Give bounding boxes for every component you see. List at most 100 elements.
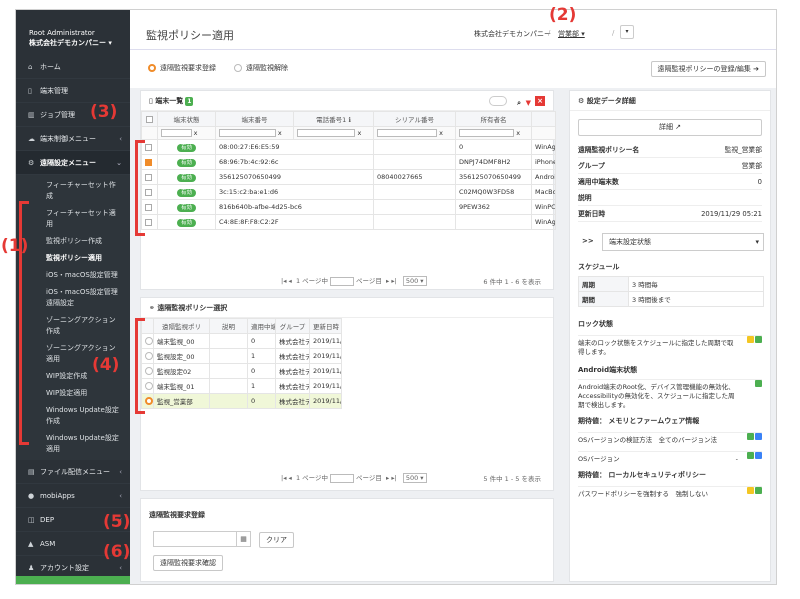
pager-prev[interactable]: |◂ ◂	[281, 277, 292, 285]
clear-filter-icon[interactable]: ×	[535, 96, 545, 106]
submenu-item[interactable]: Windows Update設定作成	[16, 402, 130, 430]
sidebar-item[interactable]: ▤ ファイル配信メニュー ‹	[16, 460, 130, 484]
sidebar-item[interactable]: ● mobiApps ‹	[16, 484, 130, 508]
row-checkbox[interactable]	[145, 143, 152, 151]
gear-icon: ⚙	[578, 97, 587, 105]
chevron-down-icon[interactable]: ▾	[620, 25, 634, 39]
row-radio[interactable]	[145, 352, 153, 360]
annotation-4: (4)	[92, 355, 120, 375]
col-header[interactable]: 説明	[209, 318, 248, 334]
submenu-item[interactable]: フィーチャーセット作成	[16, 177, 130, 205]
sidebar-item-label: 端末管理	[40, 87, 68, 95]
ios-icon	[755, 452, 762, 459]
table-row[interactable]: 有効 68:96:7b:4c:92:6c DNPJ74DMF8H2iPhone_00…	[141, 154, 556, 170]
sidebar-item[interactable]: ▯ 端末管理	[16, 79, 130, 103]
cell-owner: Android_001	[531, 169, 556, 185]
col-header[interactable]: 端末番号	[215, 111, 294, 127]
request-confirm-button[interactable]: 遠隔監視要求確認	[153, 555, 223, 571]
top-header: 監視ポリシー適用 株式会社デモカンパニー / 営業部 ▾ / ▾	[130, 10, 776, 50]
serial-filter[interactable]: x	[373, 126, 456, 140]
calendar-icon[interactable]: ▦	[237, 531, 251, 547]
table-row[interactable]: 有効08:00:27:E6:E5:590WinAgentMicrosoft	[141, 139, 556, 155]
ios-icon	[755, 433, 762, 440]
owner-toggle[interactable]	[489, 96, 507, 106]
table-row[interactable]: 監視設定02 0株式会社デモ2019/11/	[141, 363, 342, 379]
col-header[interactable]: 電話番号1 ℹ	[293, 111, 374, 127]
pager-next[interactable]: ▸ ▸|	[386, 474, 397, 482]
owner-filter[interactable]: x	[455, 126, 532, 140]
select-all-checkbox[interactable]	[146, 115, 153, 123]
col-header[interactable]: 遠隔監視ポリ	[153, 318, 210, 334]
row-radio[interactable]	[145, 337, 153, 345]
table-row[interactable]: 有効 356125070650499 08040027665 356125070650…	[141, 169, 556, 185]
number-filter[interactable]: x	[215, 126, 294, 140]
table-row[interactable]: 監視設定_00 1株式会社デモ2019/11/	[141, 348, 342, 364]
submenu-item[interactable]: WIP設定適用	[16, 385, 130, 402]
arrow-label: >>	[582, 237, 594, 245]
radio-request[interactable]: 遠隔監視要求登録	[148, 63, 216, 73]
cell-count: 0	[247, 393, 276, 409]
row-checkbox[interactable]	[145, 218, 152, 226]
col-header[interactable]: 適用中端	[247, 318, 276, 334]
table-row[interactable]: 端末監視_00 0株式会社デモ2019/11/	[141, 333, 342, 349]
table-row[interactable]: 有効 C4:8E:8F:F8:C2:2F WinAgent_001	[141, 214, 556, 230]
table-row[interactable]: 端末監視_01 1株式会社デモ2019/11/	[141, 378, 342, 394]
phone-filter[interactable]: x	[293, 126, 374, 140]
cell-count: 1	[247, 348, 276, 364]
menu-icon: ▥	[28, 111, 35, 119]
page-size-select[interactable]: 500 ▾	[402, 276, 427, 286]
page-input[interactable]	[330, 276, 355, 286]
table-row[interactable]: 有効 3c:15:c2:ba:e1:d6 C02MQ0W3FD58MacBook P…	[141, 184, 556, 200]
row-checkbox[interactable]	[145, 173, 152, 181]
col-header[interactable]: グループ	[275, 318, 310, 334]
cell-date: 2019/11/	[309, 378, 342, 394]
col-header[interactable]: 端末状態	[157, 111, 216, 127]
radio-release[interactable]: 遠隔監視解除	[234, 63, 288, 73]
date-input[interactable]	[153, 531, 237, 547]
policy-register-button[interactable]: 遠隔監視ポリシーの登録/編集 ➔	[650, 61, 766, 77]
row-checkbox[interactable]	[145, 188, 152, 196]
breadcrumb-company[interactable]: 株式会社デモカンパニー	[474, 29, 551, 39]
table-row[interactable]: 監視_営業部 0株式会社デモ2019/11/	[141, 393, 342, 409]
submenu-item[interactable]: iOS・macOS設定管理遠隔設定	[16, 284, 130, 312]
page-size-select[interactable]: 500 ▾	[402, 473, 427, 483]
mobianalytics-bar[interactable]	[16, 576, 130, 584]
row-radio[interactable]	[145, 397, 153, 405]
submenu-item[interactable]: フィーチャーセット適用	[16, 205, 130, 233]
status-filter[interactable]: x	[157, 126, 216, 140]
pager-prev[interactable]: |◂ ◂	[281, 474, 292, 482]
android-icon	[755, 380, 762, 387]
submenu-item[interactable]: Windows Update設定適用	[16, 430, 130, 458]
clear-button[interactable]: クリア	[259, 532, 294, 548]
detail-key: 適用中端末数	[578, 178, 619, 186]
pager-next[interactable]: ▸ ▸|	[386, 277, 397, 285]
sidebar-item[interactable]: ☁ 端末制御メニュー ‹	[16, 127, 130, 151]
sidebar-item[interactable]: ⌂ ホーム	[16, 55, 130, 79]
submenu-item[interactable]: 監視ポリシー適用	[16, 250, 130, 267]
table-row[interactable]: 有効 816b640b-afbe-4d25-bc6 9PEW362WinPCMDM_…	[141, 199, 556, 215]
col-header[interactable]: 更新日時	[309, 318, 342, 334]
page-input[interactable]	[330, 473, 355, 483]
col-header[interactable]: シリアル番号	[373, 111, 456, 127]
submenu-item[interactable]: 監視ポリシー作成	[16, 233, 130, 250]
row-checkbox[interactable]	[145, 203, 152, 211]
filter-icon[interactable]: ▼	[526, 93, 531, 113]
main-area: 監視ポリシー適用 株式会社デモカンパニー / 営業部 ▾ / ▾ 遠隔監視要求登…	[130, 10, 776, 584]
detail-button[interactable]: 詳細 ↗	[578, 119, 762, 136]
cell-owner: WinAgent	[531, 139, 556, 155]
sidebar-item[interactable]: ⚙ 遠隔設定メニュー ⌄	[16, 151, 130, 175]
search-icon[interactable]: ⌕	[517, 93, 521, 113]
submenu-item[interactable]: iOS・macOS設定管理	[16, 267, 130, 284]
schedule-key: 周期	[578, 276, 629, 292]
menu-icon: ☁	[28, 135, 35, 143]
submenu-item[interactable]: ゾーニングアクション作成	[16, 312, 130, 340]
row-radio[interactable]	[145, 367, 153, 375]
user-info[interactable]: Root Administrator 株式会社デモカンパニー ▾	[16, 10, 130, 55]
detail-row: 遠隔監視ポリシー名 監視_営業部	[578, 142, 762, 158]
annotation-bracket-3	[135, 140, 145, 236]
col-header[interactable]: 所有者名	[455, 111, 532, 127]
row-radio[interactable]	[145, 382, 153, 390]
row-checkbox[interactable]	[145, 158, 152, 166]
breadcrumb-dept[interactable]: 営業部 ▾	[558, 29, 585, 39]
status-select[interactable]: 端末設定状態 ▾	[602, 233, 764, 251]
